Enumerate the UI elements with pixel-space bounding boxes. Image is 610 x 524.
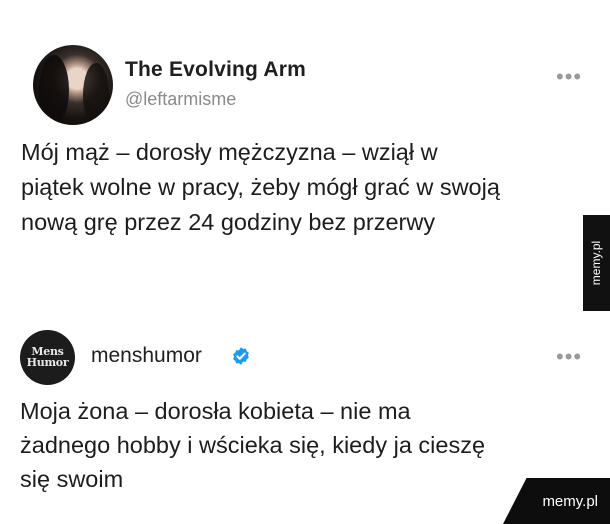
verified-badge-icon <box>233 347 249 365</box>
author-handle[interactable]: @leftarmisme <box>125 89 236 110</box>
watermark-text: memy.pl <box>542 492 598 510</box>
author-name[interactable]: The Evolving Arm <box>125 58 306 82</box>
more-options-icon[interactable]: ••• <box>556 344 582 370</box>
tweet-text: Mój mąż – dorosły mężczyzna – wziął w pi… <box>21 135 581 240</box>
watermark-text: memy.pl <box>589 240 604 286</box>
avatar[interactable]: Mens Humor <box>20 330 75 385</box>
tweet-card-1: The Evolving Arm @leftarmisme ••• Mój mą… <box>0 0 610 300</box>
author-name[interactable]: menshumor <box>91 344 202 368</box>
tweet-text-line: żadnego hobby i wścieka się, kiedy ja ci… <box>20 432 486 458</box>
tweet-card-2: Mens Humor menshumor ••• Moja żona – dor… <box>0 312 610 524</box>
tweet-text-line: Moja żona – dorosła kobieta – nie ma <box>20 398 411 424</box>
avatar-logo-line: Humor <box>26 356 69 369</box>
avatar-hair-left <box>39 55 69 125</box>
avatar[interactable] <box>33 45 113 125</box>
tweet-text: Moja żona – dorosła kobieta – nie ma żad… <box>20 394 600 496</box>
more-options-icon[interactable]: ••• <box>556 64 582 90</box>
divider <box>0 300 610 312</box>
watermark-side: memy.pl <box>583 215 610 311</box>
tweet-text-line: się swoim <box>20 466 124 492</box>
avatar-hair-right <box>83 63 109 125</box>
tweet-text-line: piątek wolne w pracy, żeby mógł grać w s… <box>21 174 500 200</box>
tweet-text-line: nową grę przez 24 godziny bez przerwy <box>21 209 436 235</box>
tweet-text-line: Mój mąż – dorosły mężczyzna – wziął w <box>21 139 438 165</box>
